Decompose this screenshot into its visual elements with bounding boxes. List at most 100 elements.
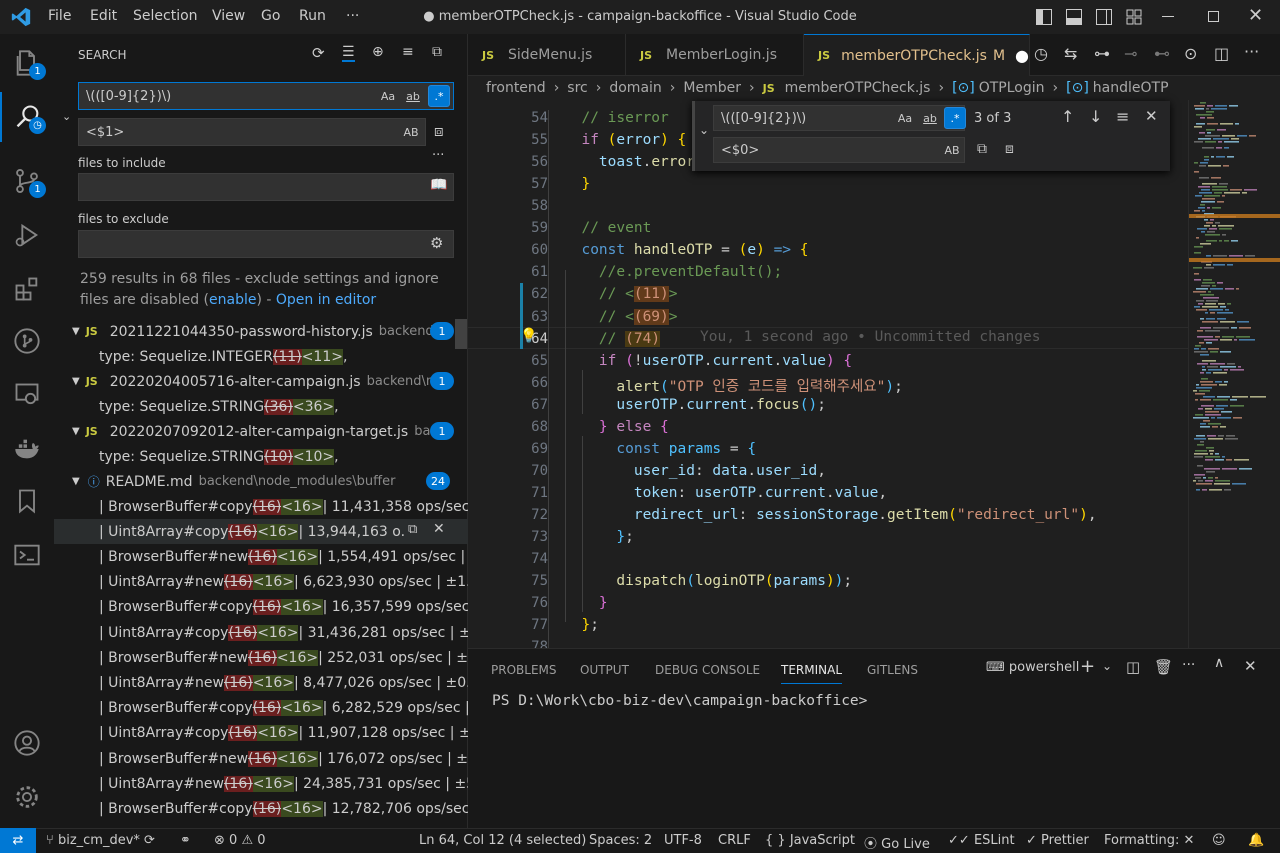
result-match-line[interactable]: | Uint8Array#new (16) <16> | 24,385,731 op… <box>54 771 468 796</box>
preserve-case-toggle[interactable]: AB <box>400 121 422 143</box>
result-file[interactable]: ▼ JS 20211221044350-password-history.js … <box>54 319 468 344</box>
tab-output[interactable]: OUTPUT <box>580 663 629 677</box>
menu-view[interactable]: View <box>212 8 245 24</box>
code-editor[interactable]: 53 54 // iserror 55 if (error) {56 toast.e… <box>468 100 1188 648</box>
language-mode[interactable]: { } JavaScript <box>765 833 855 848</box>
powershell-icon[interactable] <box>0 530 54 580</box>
breadcrumb-item[interactable]: Member <box>683 80 741 96</box>
use-exclude-settings-icon[interactable]: ⚙ <box>430 234 443 252</box>
menu-run[interactable]: Run <box>299 8 326 24</box>
more-actions-icon[interactable]: ··· <box>1244 42 1259 61</box>
terminal-prompt[interactable]: PS D:\Work\cbo-biz-dev\campaign-backoffi… <box>492 693 867 709</box>
result-file[interactable]: ▼ ⓘ README.md backend\node_modules\buffe… <box>54 469 468 494</box>
find-preserve-case-toggle[interactable]: AB <box>941 139 963 161</box>
result-match-line[interactable]: | Uint8Array#copy (16) <16> | 31,436,281 o… <box>54 620 468 645</box>
toggle-primary-sidebar-icon[interactable] <box>1036 9 1052 25</box>
split-terminal-icon[interactable]: ◫ <box>1126 658 1140 676</box>
toggle-panel-icon[interactable] <box>1066 9 1082 25</box>
open-in-editor-link[interactable]: Open in editor <box>276 292 376 308</box>
replace-all-widget-icon[interactable]: ⧈ <box>1005 141 1014 157</box>
results-scrollbar[interactable] <box>455 319 467 349</box>
manage-gear-icon[interactable] <box>0 772 54 822</box>
go-live-button[interactable]: ⦿ Go Live <box>864 833 930 852</box>
kill-terminal-icon[interactable]: 🗑 <box>1154 658 1173 676</box>
previous-revision-icon[interactable]: ⊸ <box>1124 44 1137 63</box>
breadcrumb-item[interactable]: domain <box>609 80 661 96</box>
tab-gitlens[interactable]: GITLENS <box>867 663 918 677</box>
run-debug-icon[interactable] <box>0 210 54 260</box>
tab-sidemenu[interactable]: JS SideMenu.js <box>468 34 626 76</box>
menu-file[interactable]: File <box>48 8 71 24</box>
tab-debug-console[interactable]: DEBUG CONSOLE <box>655 663 760 677</box>
result-match-line[interactable]: | BrowserBuffer#new (16) <16> | 1,554,491 … <box>54 544 468 569</box>
result-match-line[interactable]: type: Sequelize.STRING (36) <36>, <box>54 394 468 419</box>
indentation[interactable]: Spaces: 2 <box>589 833 652 848</box>
tab-problems[interactable]: PROBLEMS <box>491 663 557 677</box>
result-match-line[interactable]: type: Sequelize.INTEGER (11) <11>, <box>54 344 468 369</box>
files-to-exclude-input[interactable] <box>78 230 454 258</box>
result-match-line[interactable]: | Uint8Array#copy (16) <16> | 11,907,128 o… <box>54 721 468 746</box>
gitlens-icon[interactable]: ⊙ <box>1184 44 1197 63</box>
next-revision-icon[interactable]: ⊷ <box>1154 44 1170 63</box>
result-match-line[interactable]: | BrowserBuffer#new (16) <16> | 252,031 op… <box>54 645 468 670</box>
remote-indicator-icon[interactable]: ⇄ <box>0 828 36 853</box>
terminal-dropdown-icon[interactable]: ⌄ <box>1102 659 1112 673</box>
replace-input[interactable]: <$1> <box>78 118 426 146</box>
files-to-include-input[interactable] <box>78 173 454 201</box>
dirty-dot-icon[interactable]: ● <box>1015 46 1029 65</box>
branch-indicator[interactable]: ⑂ biz_cm_dev* ⟳ <box>46 833 155 848</box>
menu-go[interactable]: Go <box>261 8 280 24</box>
use-regex-toggle[interactable]: .* <box>428 85 450 107</box>
result-match-line[interactable]: | BrowserBuffer#copy (16) <16> | 12,782,70… <box>54 796 468 821</box>
minimize-icon[interactable] <box>1162 16 1174 17</box>
toggle-search-details-icon[interactable]: ··· <box>432 148 444 163</box>
cursor-position[interactable]: Ln 64, Col 12 (4 selected) <box>419 833 586 848</box>
source-control-icon[interactable]: 1 <box>0 156 54 206</box>
result-match-line[interactable]: | Uint8Array#copy (16) <16> | 13,944,163 o… <box>54 519 468 545</box>
formatting-status[interactable]: Formatting: ✕ <box>1104 833 1194 848</box>
find-match-case-toggle[interactable]: Aa <box>894 107 916 129</box>
new-search-editor-icon[interactable]: ⊕ <box>372 44 384 60</box>
problems-indicator[interactable]: ⊗ 0 ⚠ 0 <box>214 833 266 848</box>
previous-match-icon[interactable]: ↑ <box>1061 107 1074 126</box>
bookmarks-icon[interactable] <box>0 476 54 526</box>
remote-explorer-icon[interactable] <box>0 370 54 420</box>
close-window-icon[interactable]: ✕ <box>1248 5 1263 26</box>
notifications-bell-icon[interactable]: 🔔 <box>1248 833 1264 848</box>
git-graph-icon[interactable] <box>0 316 54 366</box>
docker-icon[interactable] <box>0 424 54 474</box>
enable-link[interactable]: enable <box>209 292 256 308</box>
view-as-tree-icon[interactable]: ≡ <box>402 44 414 60</box>
close-find-icon[interactable]: ✕ <box>1145 107 1158 125</box>
replace-match-icon[interactable]: ⧉ <box>408 522 417 537</box>
maximize-panel-icon[interactable]: ∧ <box>1214 655 1224 671</box>
refresh-search-icon[interactable]: ⟳ <box>312 44 325 62</box>
find-whole-word-toggle[interactable]: ab <box>919 107 941 129</box>
open-editors-only-icon[interactable]: 📖 <box>430 177 447 193</box>
collapse-all-icon[interactable]: ⧉ <box>432 44 442 60</box>
tab-memberotpcheck[interactable]: JS memberOTPCheck.js M ● <box>804 34 1030 76</box>
match-whole-word-toggle[interactable]: ab <box>402 85 424 107</box>
line-endings[interactable]: CRLF <box>718 833 751 848</box>
breadcrumb-item[interactable]: memberOTPCheck.js <box>785 80 931 96</box>
result-match-line[interactable]: | Uint8Array#new (16) <16> | 6,623,930 ops… <box>54 570 468 595</box>
menu-edit[interactable]: Edit <box>90 8 117 24</box>
breadcrumb-item[interactable]: handleOTP <box>1093 80 1169 96</box>
result-match-line[interactable]: | BrowserBuffer#copy (16) <16> | 6,282,529… <box>54 696 468 721</box>
toggle-replace-chevron-icon[interactable]: ⌄ <box>699 123 709 137</box>
encoding[interactable]: UTF-8 <box>664 833 702 848</box>
result-match-line[interactable]: | BrowserBuffer#new (16) <16> | 176,072 op… <box>54 746 468 771</box>
timeline-icon[interactable]: ◷ <box>1034 44 1048 63</box>
menu-selection[interactable]: Selection <box>133 8 198 24</box>
search-icon[interactable]: ◷ <box>0 92 54 142</box>
accounts-icon[interactable] <box>0 718 54 768</box>
result-match-line[interactable]: | BrowserBuffer#copy (16) <16> | 16,357,59… <box>54 595 468 620</box>
find-regex-toggle[interactable]: .* <box>944 107 966 129</box>
toggle-secondary-sidebar-icon[interactable] <box>1096 9 1112 25</box>
open-changes-icon[interactable]: ⇆ <box>1064 44 1077 63</box>
tab-terminal[interactable]: TERMINAL <box>781 663 843 684</box>
clear-results-icon[interactable]: ☰ <box>342 44 355 62</box>
replace-one-icon[interactable]: ⧉ <box>977 141 987 157</box>
breadcrumb-item[interactable]: OTPLogin <box>979 80 1045 96</box>
menu-more[interactable]: ··· <box>346 8 359 24</box>
